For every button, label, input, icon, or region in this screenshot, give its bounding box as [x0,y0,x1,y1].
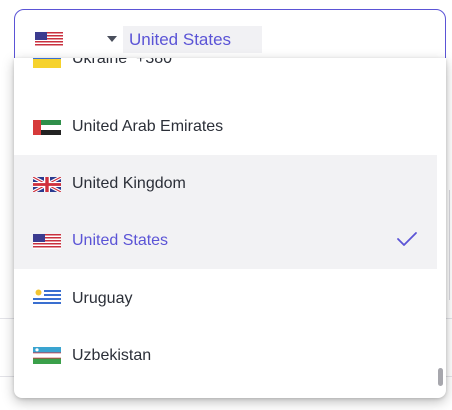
option-label: United Kingdom [72,175,186,192]
option-uruguay[interactable]: Uruguay [14,270,437,327]
uae-flag-icon [33,120,61,135]
caret-down-icon[interactable] [107,36,117,42]
option-label: United Arab Emirates [72,118,224,135]
option-label: Uzbekistan [72,347,152,364]
option-united-states[interactable]: United States [14,212,437,269]
option-ukraine[interactable]: Ukraine +380 [14,58,437,87]
selected-country-text: United States [123,26,262,53]
ukraine-flag-icon [33,58,61,68]
uruguay-flag-icon [33,288,61,306]
option-label: Ukraine +380 [72,58,173,67]
option-uzbekistan[interactable]: Uzbekistan [14,327,437,384]
option-label: Uruguay [72,290,133,307]
option-united-kingdom[interactable]: United Kingdom [14,155,437,212]
country-dropdown-list[interactable]: Ukraine +380 United Arab Emirates United… [14,58,446,398]
us-flag-icon [35,32,63,47]
scrollbar-thumb[interactable] [438,368,443,386]
uzbekistan-flag-icon [33,347,61,364]
us-flag-icon [33,234,61,249]
option-united-arab-emirates[interactable]: United Arab Emirates [14,98,437,155]
option-label: United States [72,232,169,249]
checkmark-icon [396,231,418,252]
uk-flag-icon [33,177,61,192]
